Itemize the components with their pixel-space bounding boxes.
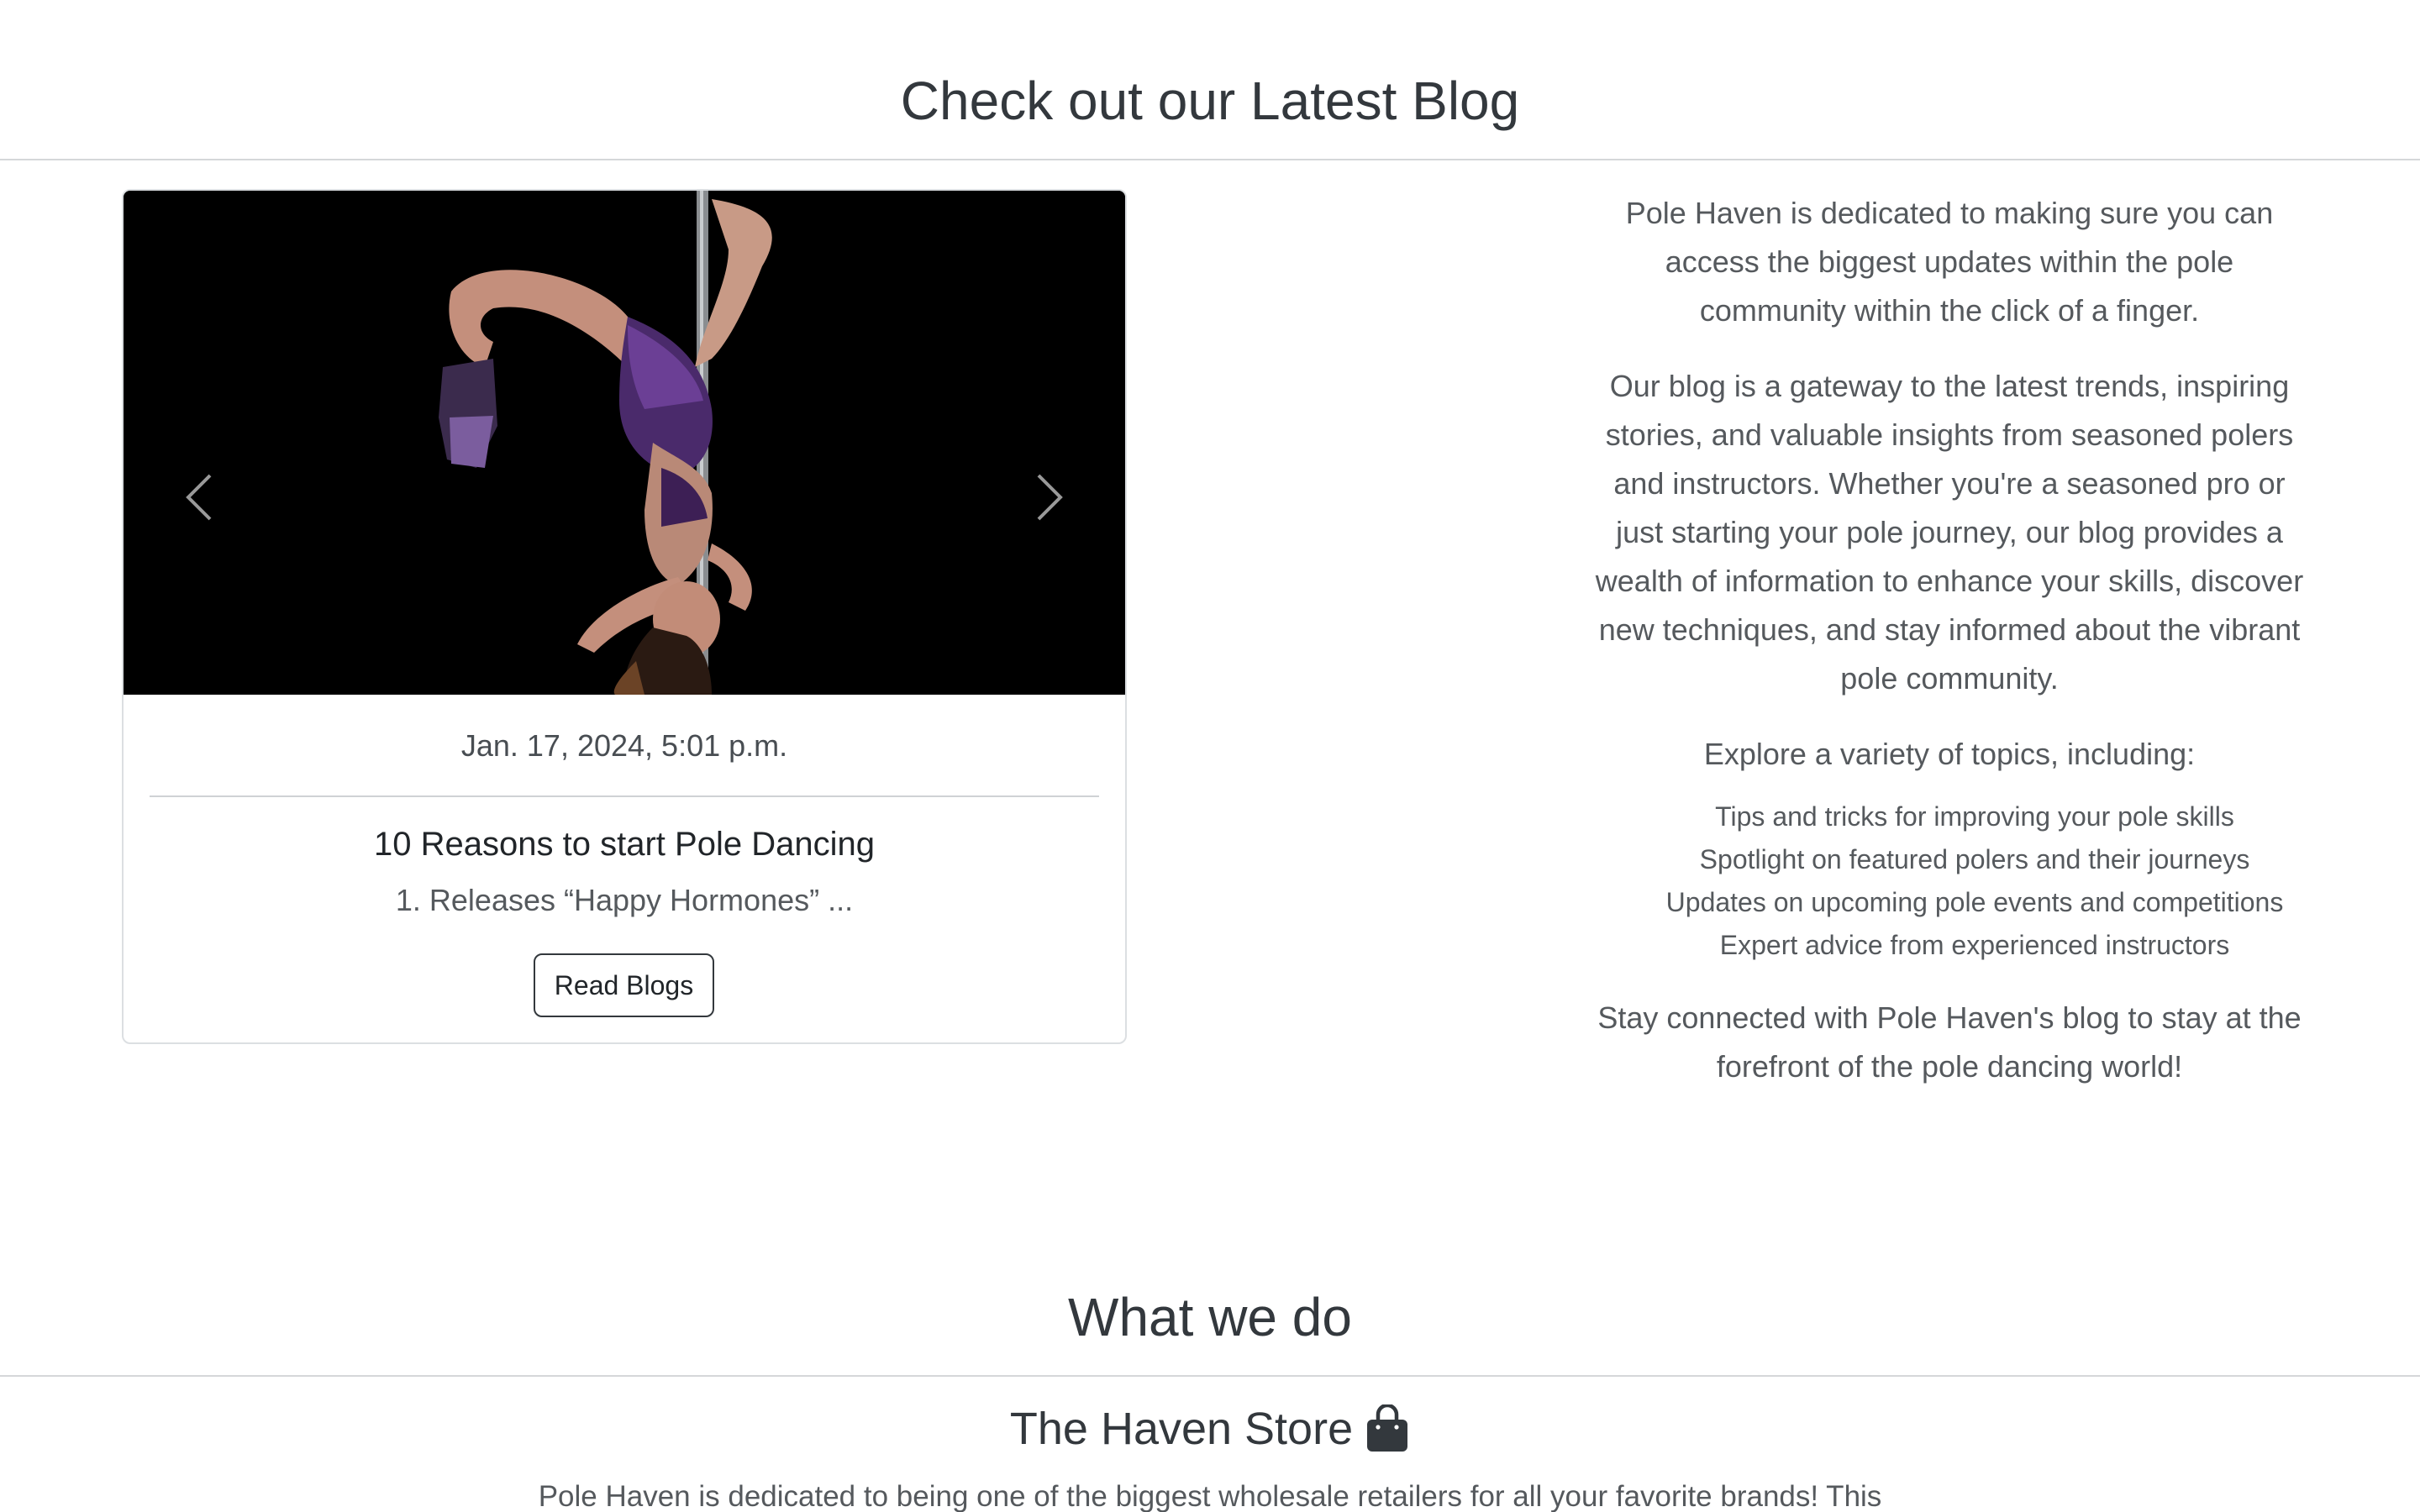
topic-item: Updates on upcoming pole events and comp… <box>1665 887 2284 917</box>
blog-closing-text: Stay connected with Pole Haven's blog to… <box>1597 1000 2302 1084</box>
what-we-do-heading: What we do <box>1068 1287 1352 1347</box>
topics-intro-text: Explore a variety of topics, including: <box>1703 737 2196 771</box>
card-divider <box>150 795 1099 797</box>
blog-card-content: Jan. 17, 2024, 5:01 p.m. 10 Reasons to s… <box>122 189 1127 1044</box>
section-divider <box>0 1375 2420 1377</box>
shopping-bag-icon <box>1367 1404 1408 1452</box>
read-blogs-button[interactable]: Read Blogs <box>534 953 714 1017</box>
topics-list: Tips and tricks for improving your pole … <box>1592 795 2307 967</box>
blog-gateway-text: Our blog is a gateway to the latest tren… <box>1595 369 2304 696</box>
post-excerpt: 1. Releases “Happy Hormones” ... <box>395 883 854 917</box>
topic-item: Spotlight on featured polers and their j… <box>1699 844 2250 874</box>
post-date-label: Jan. 17, 2024, 5:01 p.m. <box>460 728 788 763</box>
latest-blog-heading: Check out our Latest Blog <box>900 71 1520 131</box>
topic-item: Expert advice from experienced instructo… <box>1719 930 2230 960</box>
store-title-text: The Haven Store <box>1009 1404 1354 1454</box>
blog-description: Pole Haven is dedicated to making sure y… <box>1592 189 2307 1118</box>
post-title: 10 Reasons to start Pole Dancing <box>374 826 875 863</box>
store-description: Pole Haven is dedicated to being one of … <box>538 1480 1882 1512</box>
section-divider <box>0 159 2420 160</box>
store-title: The Haven Store <box>0 1404 2420 1453</box>
page: Check out our Latest Blog Jan. 17, 2024,… <box>0 0 2420 1512</box>
topic-item: Tips and tricks for improving your pole … <box>1715 801 2234 832</box>
blog-intro-text: Pole Haven is dedicated to making sure y… <box>1625 196 2274 328</box>
